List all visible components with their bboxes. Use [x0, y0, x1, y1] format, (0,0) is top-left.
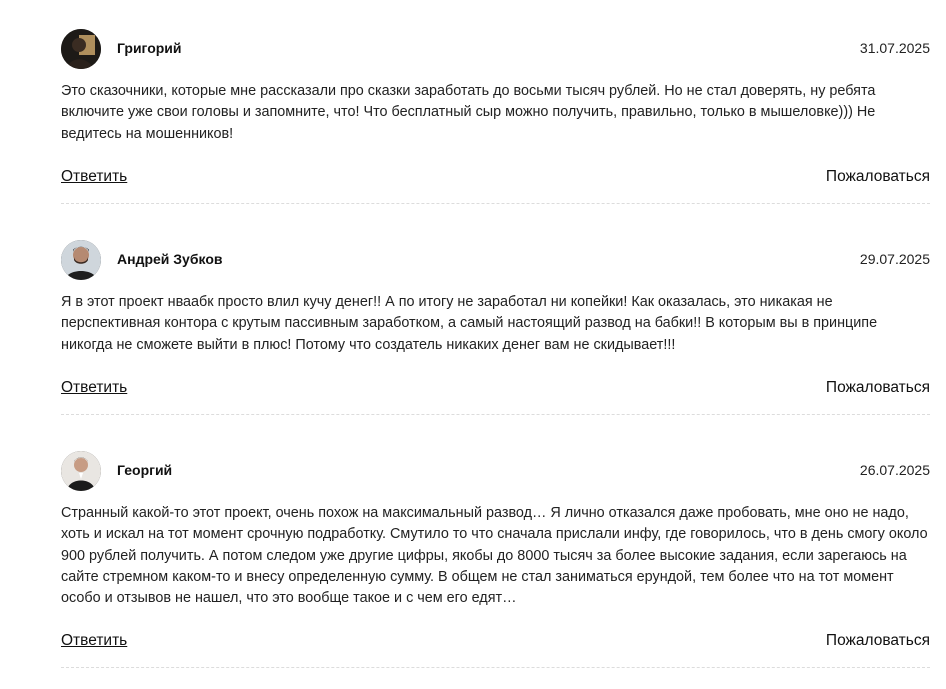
reply-button[interactable]: Ответить	[61, 632, 127, 650]
comment-item: Григорий 31.07.2025 Это сказочники, кото…	[61, 29, 930, 204]
comment-text: Я в этот проект нваабк просто влил кучу …	[61, 294, 878, 353]
avatar	[61, 451, 101, 491]
comment-header: Андрей Зубков 29.07.2025	[61, 240, 930, 280]
report-button[interactable]: Пожаловаться	[826, 632, 930, 650]
reply-button[interactable]: Ответить	[61, 168, 127, 186]
avatar	[61, 240, 101, 280]
report-button[interactable]: Пожаловаться	[826, 168, 930, 186]
comment-header: Григорий 31.07.2025	[61, 29, 930, 69]
comment-item: Андрей Зубков 29.07.2025 Я в этот проект…	[61, 240, 930, 415]
comment-actions: Ответить Пожаловаться	[61, 379, 930, 403]
comment-author: Андрей Зубков	[117, 251, 223, 267]
comment-author: Георгий	[117, 462, 173, 478]
comment-date: 31.07.2025	[859, 40, 930, 56]
comment-header: Георгий 26.07.2025	[61, 451, 930, 491]
comment-date: 29.07.2025	[859, 251, 930, 267]
comment-date: 26.07.2025	[859, 462, 930, 478]
avatar-photo-icon	[61, 451, 101, 491]
comment-item: Георгий 26.07.2025 Странный какой-то это…	[61, 451, 930, 668]
comment-divider	[61, 203, 930, 204]
comment-actions: Ответить Пожаловаться	[61, 632, 930, 656]
reply-button[interactable]: Ответить	[61, 379, 127, 397]
avatar	[61, 29, 101, 69]
comment-author: Григорий	[117, 40, 182, 56]
comment-actions: Ответить Пожаловаться	[61, 168, 930, 192]
comment-text: Странный какой-то этот проект, очень пох…	[61, 505, 928, 607]
avatar-photo-icon	[61, 240, 101, 280]
comment-text: Это сказочники, которые мне рассказали п…	[61, 83, 876, 142]
comment-divider	[61, 414, 930, 415]
avatar-photo-icon	[61, 29, 101, 69]
report-button[interactable]: Пожаловаться	[826, 379, 930, 397]
comment-divider	[61, 667, 930, 668]
